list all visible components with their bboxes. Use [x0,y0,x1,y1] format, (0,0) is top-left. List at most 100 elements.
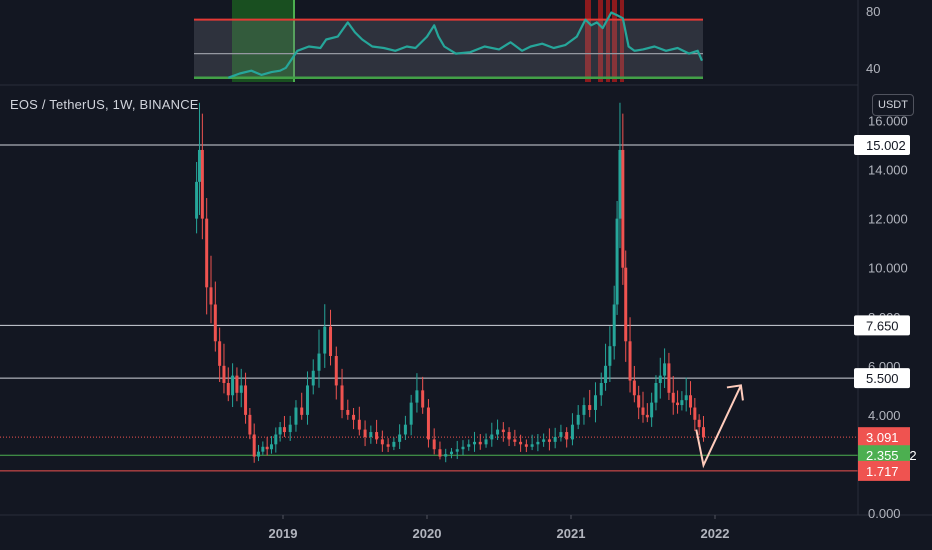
candle-body [311,370,315,386]
candle-body [278,427,282,435]
candle-body [654,382,658,403]
candle-body [478,441,482,445]
candle-body [501,429,505,433]
price-tick-label: 14.000 [868,163,908,178]
candle-body [671,392,675,403]
candle-body [473,441,477,445]
candle-body [222,365,226,383]
candle-body [375,432,379,440]
candle-body [205,218,209,288]
time-tick-label: 2022 [701,526,730,541]
candle-body [415,390,419,403]
candle-body [570,424,574,440]
candle-body [593,395,597,410]
candle-body [536,441,540,445]
candle-body [239,385,243,393]
candle-body [650,402,654,418]
candle-body [490,434,494,440]
candle-body [386,444,390,447]
candle-body [317,353,321,371]
candle-body [409,402,413,425]
candle-body [624,267,628,342]
candle-body [352,414,356,420]
candle-body [261,446,265,452]
candle-body [658,375,662,383]
candle-body [641,407,645,415]
candle-body [519,441,523,445]
candle-body [380,439,384,445]
projection-arrow [695,385,742,469]
candle-body [444,454,448,457]
candle-body [461,446,465,450]
candle-body [334,356,338,386]
price-tick-label: 10.000 [868,261,908,276]
candle-body [524,444,528,447]
candle-body [582,405,586,415]
horizontal-level-label: 7.650 [866,318,899,333]
candle-body [680,400,684,406]
candle-body [438,449,442,457]
candle-body [632,380,636,396]
candle-body [426,407,430,440]
candle-body [608,346,612,366]
candle-body [288,424,292,433]
candle-body [663,363,667,376]
candle-body [265,446,269,450]
candle-body [547,439,551,442]
candle-body [588,405,592,410]
time-tick-label: 2021 [557,526,586,541]
candle-body [689,395,693,408]
candle-body [693,407,697,420]
candle-body [565,432,569,440]
candle-body [252,434,256,457]
chart-canvas[interactable]: 804016.00014.00012.00010.0008.0006.0004.… [0,0,932,550]
candle-body [403,424,407,435]
price-marker-label: 3.091 [866,430,899,445]
candle-body [294,407,298,425]
candle-body [269,444,273,450]
oscillator-tick-label: 40 [866,61,880,76]
candle-body [369,432,373,437]
candle-body [421,390,425,408]
candle-body [559,432,563,437]
candle-body [282,427,286,433]
candle-body [274,434,278,445]
candle-body [248,414,252,435]
candle-body [209,287,213,305]
candle-body [645,414,649,418]
candle-body [340,385,344,410]
chart-title: EOS / TetherUS, 1W, BINANCE [10,97,199,112]
candle-body [218,341,222,366]
price-tick-label: 0.000 [868,506,901,521]
candle-body [697,419,701,428]
candle-body [615,218,619,305]
candle-body [346,409,350,415]
candle-body [323,326,327,354]
candle-body [357,419,361,430]
price-panel [0,102,858,472]
candle-body [195,181,199,219]
candle-body [432,439,436,450]
candle-body [618,149,622,219]
candle-body [576,414,580,425]
candle-body [398,434,402,442]
candle-body [676,402,680,406]
oscillator-panel [194,0,704,82]
candle-body [213,304,217,342]
candle-body [667,363,671,393]
candle-body [244,385,248,415]
price-tick-label: 4.000 [868,408,901,423]
time-tick-label: 2019 [269,526,298,541]
axes: 804016.00014.00012.00010.0008.0006.0004.… [0,0,932,541]
candle-body [542,439,546,442]
horizontal-level-label: 15.002 [866,138,906,153]
candle-body [363,429,367,437]
candle-body [513,439,517,442]
candle-body [300,407,304,415]
oscillator-tick-label: 80 [866,4,880,19]
candle-body [467,444,471,447]
time-tick-label: 2020 [413,526,442,541]
candle-body [604,365,608,383]
currency-button[interactable]: USDT [872,94,914,116]
candle-body [612,304,616,347]
